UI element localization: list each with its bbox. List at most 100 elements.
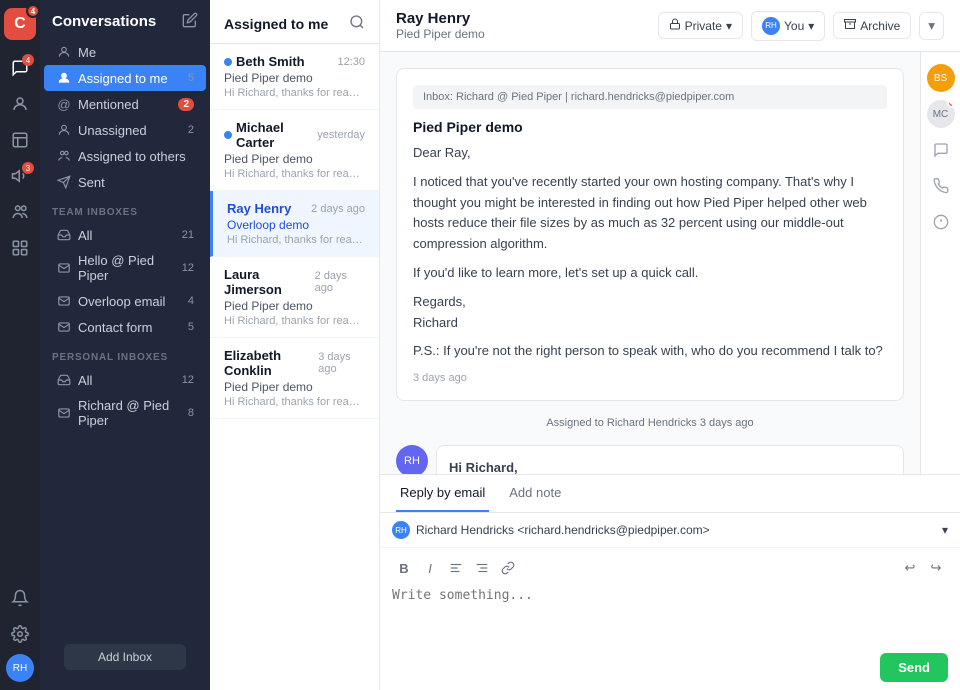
- conv-subject-0: Pied Piper demo: [224, 71, 365, 85]
- right-panel-email-icon[interactable]: [927, 136, 955, 164]
- right-panel-info-icon[interactable]: [927, 208, 955, 236]
- reply-from[interactable]: RH Richard Hendricks <richard.hendricks@…: [380, 513, 960, 548]
- sidebar-item-hello[interactable]: Hello @ Pied Piper 12: [44, 248, 206, 288]
- right-panel-avatar-2[interactable]: MC: [927, 100, 955, 128]
- link-button[interactable]: [496, 556, 520, 580]
- email-card: Inbox: Richard @ Pied Piper | richard.he…: [396, 68, 904, 401]
- conv-preview-0: Hi Richard, thanks for reaching out...: [224, 87, 365, 99]
- hello-count: 12: [182, 262, 194, 274]
- chat-header-info: Ray Henry Pied Piper demo: [396, 10, 485, 41]
- compose-icon[interactable]: [182, 12, 198, 31]
- nav-contacts[interactable]: [4, 88, 36, 120]
- email-sender: Richard: [413, 313, 887, 334]
- sidebar-item-overloop[interactable]: Overloop email 4: [44, 288, 206, 314]
- chat-subject: Pied Piper demo: [396, 27, 485, 41]
- assign-note: Assigned to Richard Hendricks 3 days ago: [396, 413, 904, 433]
- sidebar-item-contact[interactable]: Contact form 5: [44, 314, 206, 340]
- add-inbox-button[interactable]: Add Inbox: [64, 644, 186, 670]
- conv-item-2[interactable]: Ray Henry 2 days ago Overloop demo Hi Ri…: [210, 191, 379, 257]
- sidebar-item-me[interactable]: Me: [44, 39, 206, 65]
- hello-label: Hello @ Pied Piper: [78, 253, 176, 283]
- chevron-down-icon: ▾: [726, 19, 732, 33]
- assigned-label: Assigned to me: [78, 71, 182, 86]
- contact-label: Contact form: [78, 320, 182, 335]
- search-icon[interactable]: [349, 14, 365, 33]
- more-button[interactable]: ▾: [919, 12, 944, 40]
- nav-badge: 4: [22, 54, 34, 66]
- chat-header-actions: Private ▾ RH You ▾ Archive ▾: [658, 11, 944, 41]
- conv-item-4[interactable]: Elizabeth Conklin 3 days ago Pied Piper …: [210, 338, 379, 419]
- personal-all-count: 12: [182, 374, 194, 386]
- main-chat: Ray Henry Pied Piper demo Private ▾ RH Y…: [380, 0, 960, 690]
- conv-name-1: Michael Carter: [224, 120, 317, 150]
- tab-add-note[interactable]: Add note: [505, 475, 565, 512]
- overloop-icon: [56, 293, 72, 309]
- unassigned-count: 2: [188, 124, 194, 136]
- tab-reply-email[interactable]: Reply by email: [396, 475, 489, 512]
- richard-icon: [56, 405, 72, 421]
- sidebar-item-unassigned[interactable]: Unassigned 2: [44, 117, 206, 143]
- email-para1: I noticed that you've recently started y…: [413, 172, 887, 255]
- email-body: Dear Ray, I noticed that you've recently…: [413, 143, 887, 362]
- nav-settings[interactable]: [4, 618, 36, 650]
- user-avatar[interactable]: RH: [6, 654, 34, 682]
- right-panel-phone-icon[interactable]: [927, 172, 955, 200]
- nav-reports[interactable]: [4, 124, 36, 156]
- avatar-badge: [947, 100, 955, 108]
- email-para2: If you'd like to learn more, let's set u…: [413, 263, 887, 284]
- assigned-count: 5: [188, 72, 194, 84]
- assigned-icon: [56, 70, 72, 86]
- sidebar-item-personal-all[interactable]: All 12: [44, 367, 206, 393]
- sidebar-item-richard[interactable]: Richard @ Pied Piper 8: [44, 393, 206, 433]
- conv-item-1[interactable]: Michael Carter yesterday Pied Piper demo…: [210, 110, 379, 191]
- sidebar-item-mentioned[interactable]: @ Mentioned 2: [44, 91, 206, 117]
- assign-note-text: Assigned to Richard Hendricks 3 days ago: [546, 417, 753, 429]
- private-button[interactable]: Private ▾: [658, 12, 743, 39]
- nav-badge-2: 3: [22, 162, 34, 174]
- overloop-label: Overloop email: [78, 294, 182, 309]
- sidebar-item-team-all[interactable]: All 21: [44, 222, 206, 248]
- nav-notifications[interactable]: [4, 582, 36, 614]
- reply-footer: Send: [380, 645, 960, 690]
- personal-inboxes-title: PERSONAL INBOXES: [40, 344, 210, 367]
- conv-time-0: 12:30: [337, 56, 365, 68]
- unassigned-icon: [56, 122, 72, 138]
- conv-item-0[interactable]: Beth Smith 12:30 Pied Piper demo Hi Rich…: [210, 44, 379, 110]
- italic-button[interactable]: I: [418, 556, 442, 580]
- send-button[interactable]: Send: [880, 653, 948, 682]
- sidebar-item-assigned-to-me[interactable]: Assigned to me 5: [44, 65, 206, 91]
- chat-header: Ray Henry Pied Piper demo Private ▾ RH Y…: [380, 0, 960, 52]
- conv-list-header: Assigned to me: [210, 0, 379, 44]
- reply-editor: B I ↩ ↪: [380, 548, 960, 645]
- nav-integrations[interactable]: [4, 232, 36, 264]
- conv-name-2: Ray Henry: [227, 201, 291, 216]
- redo-button[interactable]: ↪: [924, 556, 948, 580]
- conv-list-title: Assigned to me: [224, 16, 328, 32]
- sidebar-item-assigned-others[interactable]: Assigned to others: [44, 143, 206, 169]
- email-greeting: Dear Ray,: [413, 143, 887, 164]
- archive-button[interactable]: Archive: [833, 12, 911, 39]
- app-logo[interactable]: C 4: [4, 8, 36, 40]
- right-panel-avatar-1[interactable]: BS: [927, 64, 955, 92]
- conv-item-3[interactable]: Laura Jimerson 2 days ago Pied Piper dem…: [210, 257, 379, 338]
- reply-row: RH Hi Richard, Thanks for reaching out. …: [396, 445, 904, 474]
- unread-dot-0: [224, 58, 232, 66]
- reply-input[interactable]: [392, 584, 948, 634]
- me-icon: [56, 44, 72, 60]
- align-right-button[interactable]: [470, 556, 494, 580]
- archive-icon: [844, 18, 856, 33]
- reply-area: Reply by email Add note RH Richard Hendr…: [380, 474, 960, 690]
- nav-teams[interactable]: [4, 196, 36, 228]
- align-left-button[interactable]: [444, 556, 468, 580]
- sidebar-item-sent[interactable]: Sent: [44, 169, 206, 195]
- undo-button[interactable]: ↩: [898, 556, 922, 580]
- team-section: All 21 Hello @ Pied Piper 12 Overloop em…: [40, 222, 210, 340]
- reply-tabs: Reply by email Add note: [380, 475, 960, 513]
- conv-preview-2: Hi Richard, thanks for reaching out...: [227, 234, 365, 246]
- bold-button[interactable]: B: [392, 556, 416, 580]
- you-button[interactable]: RH You ▾: [751, 11, 825, 41]
- conv-name-3: Laura Jimerson: [224, 267, 315, 297]
- conv-time-2: 2 days ago: [311, 203, 365, 215]
- nav-conversations[interactable]: 4: [4, 52, 36, 84]
- nav-campaigns[interactable]: 3: [4, 160, 36, 192]
